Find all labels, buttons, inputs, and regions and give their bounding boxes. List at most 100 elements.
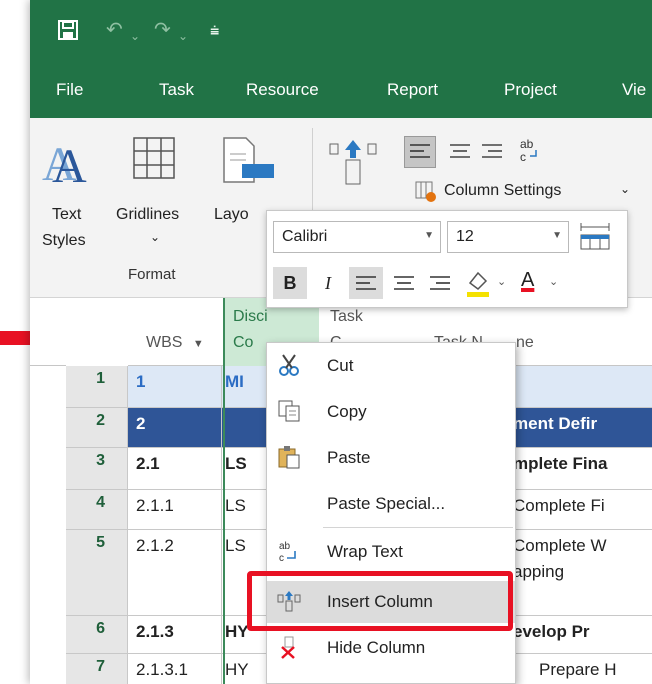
column-header-wbs[interactable]: WBS ▼ [146,334,204,352]
select-all-corner[interactable] [66,298,128,366]
insert-column-ribbon-icon[interactable] [328,136,382,186]
menu-item-label: Paste Special... [327,494,446,513]
row-number[interactable]: 7 [66,654,128,684]
row-number[interactable]: 5 [66,530,128,615]
wbs-cell[interactable]: 2 [130,408,222,447]
font-color-dropdown-icon[interactable]: ⌄ [549,275,558,288]
bold-button[interactable]: B [273,267,307,299]
svg-text:ab: ab [520,137,534,151]
discipline-cell[interactable]: MI [223,366,263,407]
column-header-discipline-label-1: Disci [233,308,268,325]
column-width-icon[interactable] [577,221,613,253]
undo-dropdown-icon[interactable]: ⌄ [130,26,140,46]
paste-icon [278,446,300,469]
menu-item-label: Copy [327,402,367,421]
wbs-cell[interactable]: 2.1.3 [130,616,222,653]
save-icon[interactable] [58,20,78,44]
gridlines-icon [133,137,175,179]
task-name-cell[interactable]: ment Defir [509,408,652,447]
menu-item-label: Cut [327,356,354,375]
align-center-icon[interactable] [387,267,421,299]
align-center-icon[interactable] [444,136,476,168]
chevron-down-icon[interactable]: ▼ [552,230,562,241]
tab-view[interactable]: Vie [622,80,646,100]
discipline-cell[interactable]: LS [223,490,263,529]
font-color-icon: A [521,269,535,291]
menu-item-copy[interactable]: Copy [267,391,515,433]
wrap-text-ribbon-icon[interactable]: ab c [512,134,544,166]
align-left-icon[interactable] [349,267,383,299]
text-styles-label-2: Styles [42,232,86,249]
task-name-cell[interactable]: evelop Pr [509,616,652,653]
fill-color-icon[interactable] [461,267,495,299]
discipline-cell[interactable]: LS [223,448,263,489]
scissors-icon [279,354,299,376]
task-name-cell[interactable]: Complete Fi [509,490,652,529]
row-number[interactable]: 6 [66,616,128,653]
copy-icon [278,400,300,422]
selected-column-left-border [223,298,225,684]
hide-column-icon [281,636,295,659]
task-name-cell-line-2: apping [513,562,565,581]
column-settings-icon [415,181,436,202]
column-settings-dropdown-icon: ⌄ [620,182,631,196]
menu-item-hide-column[interactable]: Hide Column [267,627,515,669]
discipline-cell[interactable]: HY [223,654,263,684]
undo-icon[interactable]: ↶ [106,20,123,40]
column-filter-dropdown-icon[interactable]: ▼ [193,338,204,350]
project-window: ↶ ⌄ ↷ ⌄ ⩧ File Task Resource Report Proj… [30,0,652,684]
layout-label: Layo [214,206,249,223]
text-styles-label: Text [52,206,82,223]
align-left-icon[interactable] [404,136,436,168]
menu-item-cut[interactable]: Cut [267,345,515,387]
row-number[interactable]: 3 [66,448,128,489]
font-name-combobox[interactable]: Calibri ▼ [273,221,441,253]
svg-text:c: c [520,150,526,164]
column-header-task-code-label[interactable]: Task [330,308,363,326]
context-menu: Cut Copy Paste Paste Special... ab c Wra… [266,342,516,684]
wbs-cell[interactable]: 2.1.3.1 [130,654,222,684]
ribbon-tabs: File Task Resource Report Project Vie [30,64,652,118]
wrap-text-icon: ab c [279,541,296,563]
redo-icon[interactable]: ↷ [154,20,171,40]
wbs-cell[interactable]: 1 [130,366,222,407]
tab-project[interactable]: Project [504,80,557,100]
menu-item-paste[interactable]: Paste [267,437,515,479]
row-number[interactable]: 2 [66,408,128,447]
font-name-value: Calibri [282,228,328,245]
svg-text:ab: ab [279,541,291,552]
menu-item-paste-special[interactable]: Paste Special... [267,483,515,525]
format-group-label: Format [128,266,176,283]
task-name-cell[interactable]: mplete Fina [509,448,652,489]
wbs-cell[interactable]: 2.1.1 [130,490,222,529]
mini-toolbar: Calibri ▼ 12 ▼ B I ⌄ A ⌄ [266,210,628,308]
align-right-icon[interactable] [476,136,508,168]
gridlines-dropdown-icon: ⌄ [150,230,161,244]
wbs-cell[interactable]: 2.1.2 [130,530,222,615]
tab-task[interactable]: Task [159,80,194,100]
customize-qat-icon[interactable]: ⩧ [210,22,219,42]
wbs-cell[interactable]: 2.1 [130,448,222,489]
gridlines-label: Gridlines [116,206,180,223]
font-size-combobox[interactable]: 12 ▼ [447,221,569,253]
task-name-cell[interactable]: Prepare H [509,654,652,684]
svg-text:A: A [52,140,87,186]
row-number[interactable]: 4 [66,490,128,529]
row-number[interactable]: 1 [66,366,128,407]
italic-button[interactable]: I [311,267,345,299]
column-header-wbs-label: WBS [146,334,183,351]
tab-file[interactable]: File [56,80,83,100]
column-settings-label: Column Settings [444,182,562,199]
tab-report[interactable]: Report [387,80,438,100]
redo-dropdown-icon[interactable]: ⌄ [178,26,188,46]
text-styles-icon: A A [42,138,87,186]
fill-color-dropdown-icon[interactable]: ⌄ [497,275,506,288]
align-right-icon[interactable] [423,267,457,299]
menu-item-label: Hide Column [327,638,426,657]
chevron-down-icon[interactable]: ▼ [424,230,434,241]
quick-access-toolbar: ↶ ⌄ ↷ ⌄ ⩧ [30,0,652,64]
highlight-box-annotation [247,571,513,631]
layout-icon [223,137,274,183]
tab-resource[interactable]: Resource [246,80,319,100]
menu-item-wrap-text[interactable]: ab c Wrap Text [267,531,515,573]
